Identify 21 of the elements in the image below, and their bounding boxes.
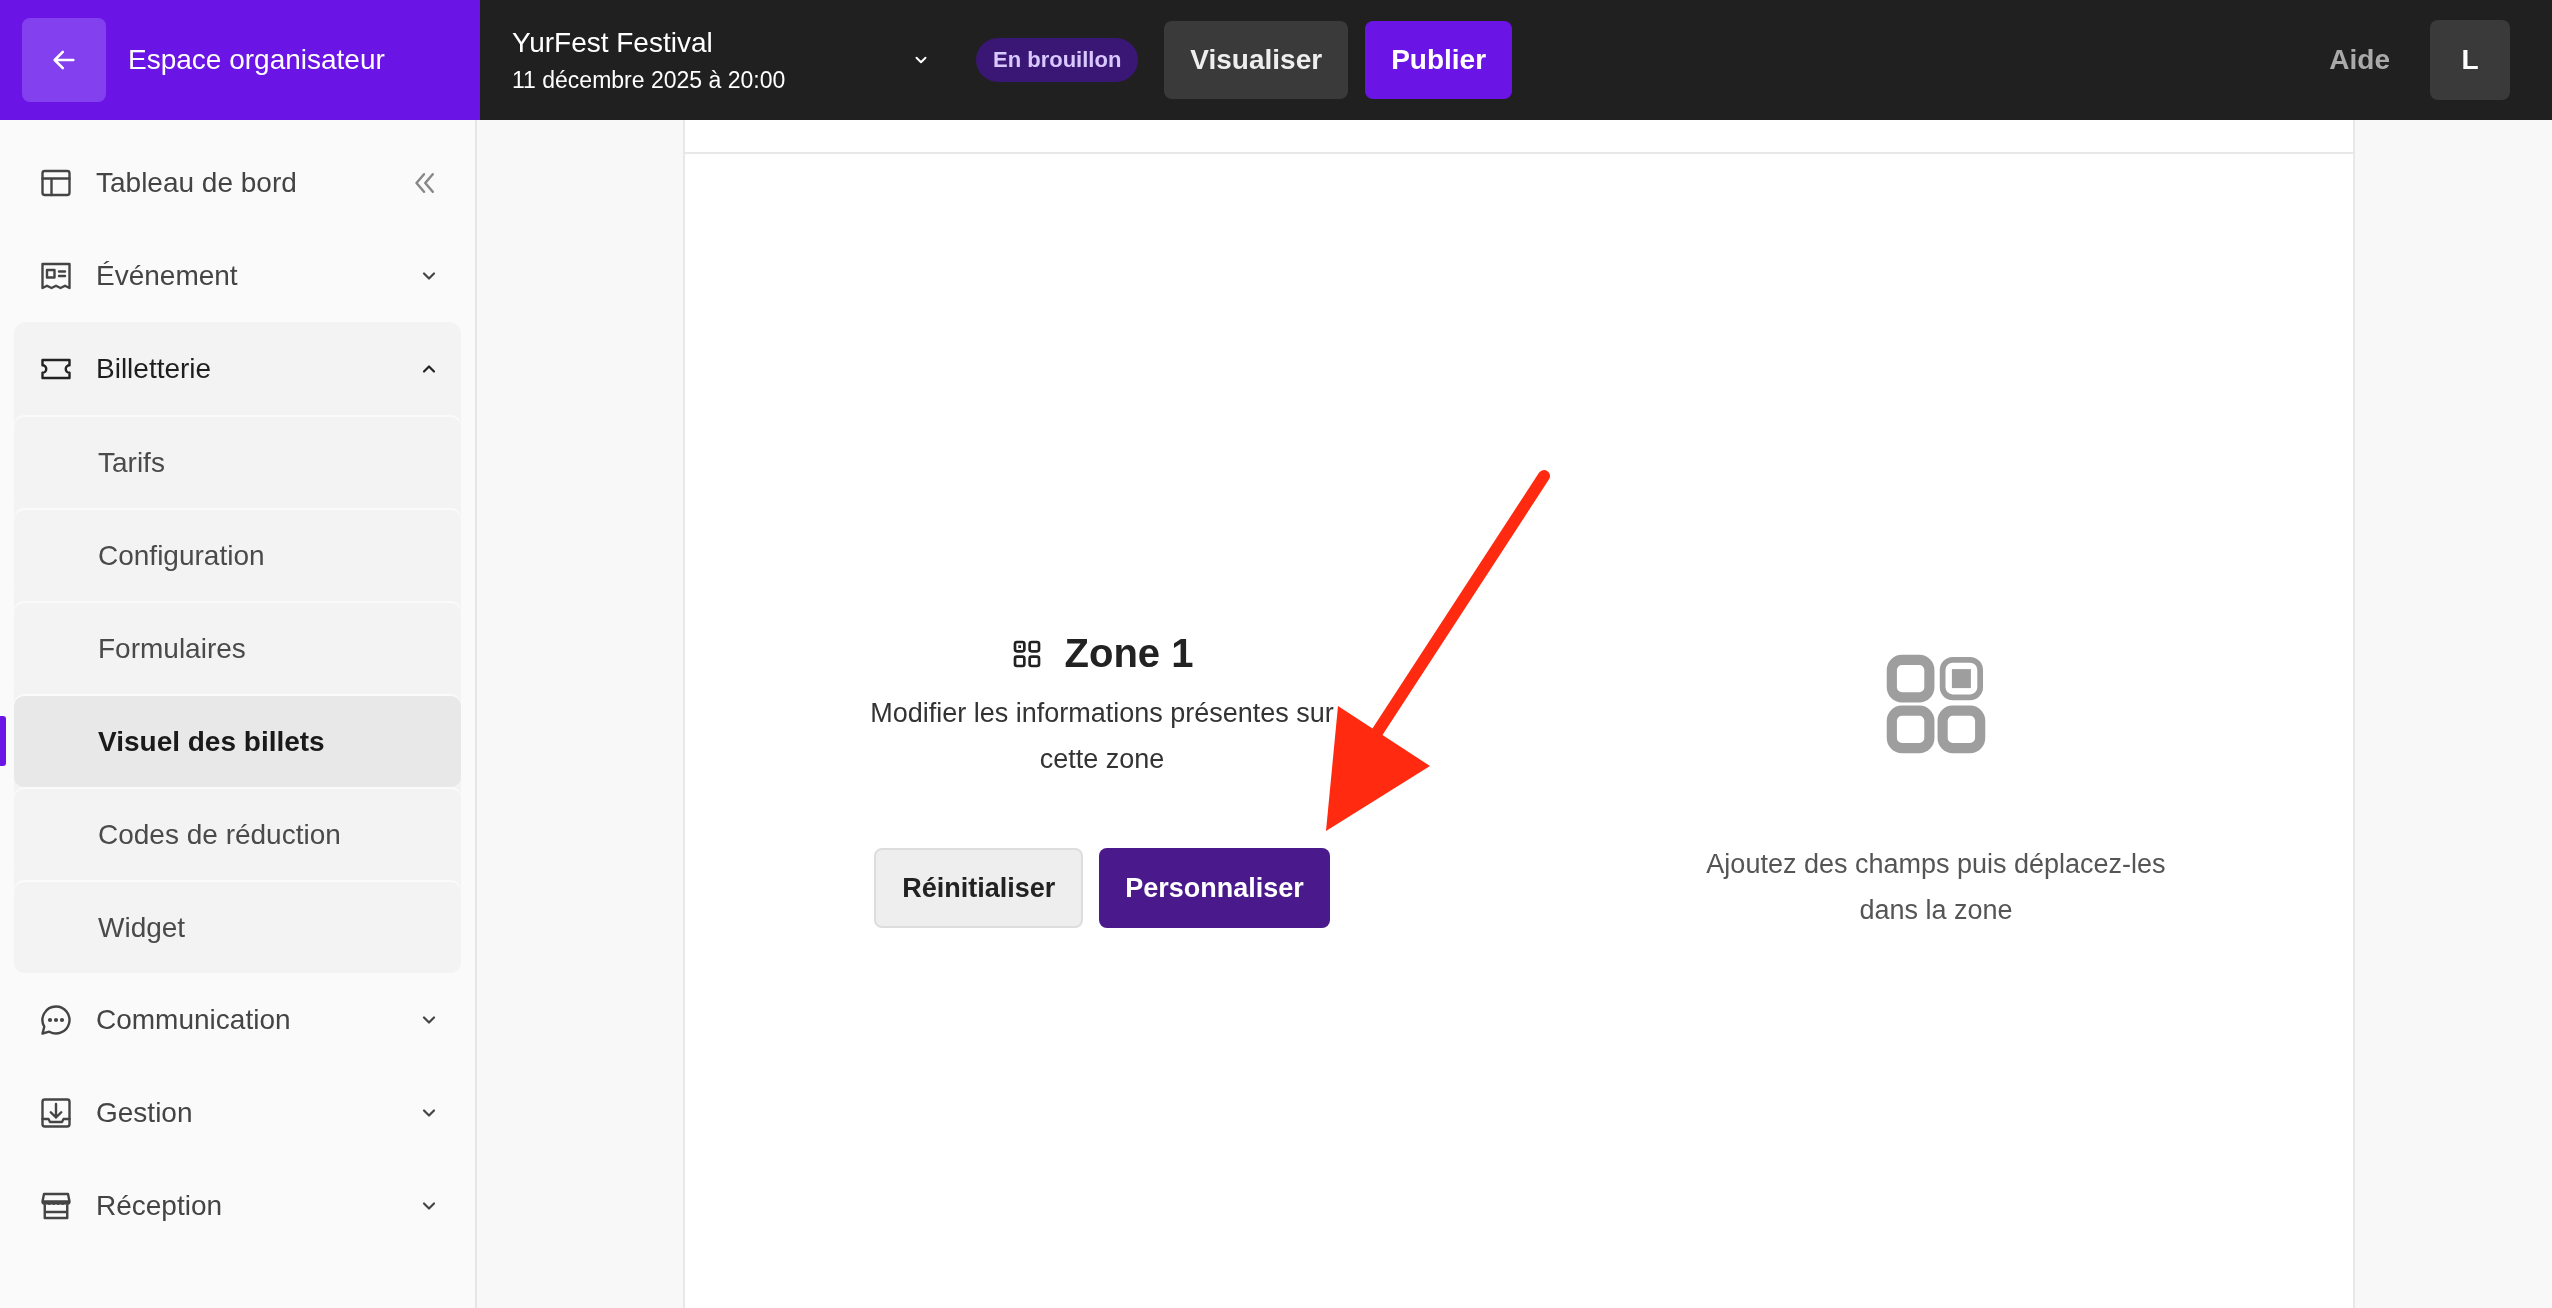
event-title: YurFest Festival <box>512 26 714 59</box>
preview-button[interactable]: Visualiser <box>1164 21 1349 99</box>
avatar-button[interactable]: L <box>2430 20 2510 100</box>
space-title: Espace organisateur <box>128 44 385 76</box>
help-link[interactable]: Aide <box>2329 44 2390 76</box>
event-date: 11 décembre 2025 à 20:00 <box>512 66 787 94</box>
sidebar-item[interactable]: Billetterie <box>14 322 461 415</box>
publish-button[interactable]: Publier <box>1365 21 1513 99</box>
sidebar-item[interactable]: Réception <box>14 1159 461 1252</box>
active-indicator <box>0 716 6 766</box>
zone-title: Zone 1 <box>1064 631 1194 676</box>
zone-description: Modifier les informations présentes sur cette zone <box>869 697 1335 776</box>
sidebar-subitem[interactable]: Widget <box>14 882 461 973</box>
status-badge: En brouillon <box>976 38 1139 82</box>
drop-hint: Ajoutez des champs puis déplacez-les dans la zone <box>1705 848 2167 927</box>
sidebar-item[interactable]: Gestion <box>14 1066 461 1159</box>
sidebar-item[interactable]: Communication <box>14 973 461 1066</box>
sidebar-item[interactable]: Événement <box>14 229 461 322</box>
sidebar-item[interactable]: Tableau de bord <box>14 136 461 229</box>
reset-button[interactable]: Réinitialiser <box>874 848 1084 928</box>
customize-button[interactable]: Personnaliser <box>1099 848 1330 928</box>
